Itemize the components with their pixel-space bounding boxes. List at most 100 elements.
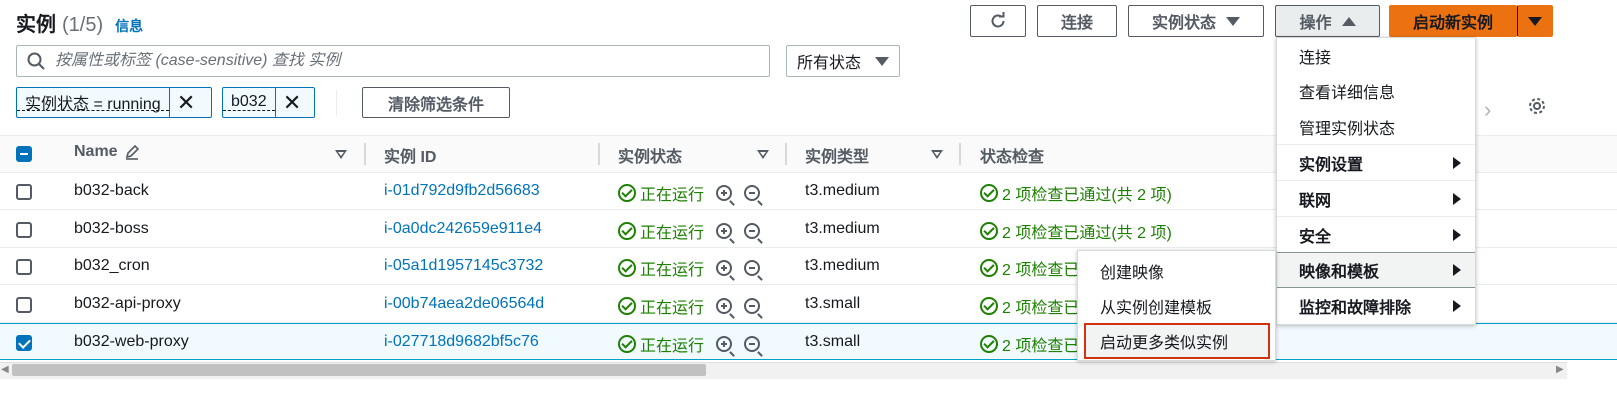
search-icon	[27, 52, 45, 70]
menu-item-label: 安全	[1299, 228, 1332, 246]
instance-state: 正在运行	[618, 181, 763, 206]
check-circle-icon	[980, 259, 998, 277]
menu-item-instance-settings[interactable]: 实例设置	[1277, 144, 1475, 180]
zoom-in-icon[interactable]	[716, 223, 735, 244]
column-resizer[interactable]	[959, 143, 961, 165]
chevron-right-icon	[1453, 300, 1461, 312]
sort-icon[interactable]	[757, 150, 769, 159]
chevron-right-icon	[1453, 228, 1461, 241]
menu-item-connect[interactable]: 连接	[1277, 38, 1475, 74]
info-link[interactable]: 信息	[115, 16, 143, 36]
instance-id-link[interactable]: i-027718d9682bf5c76	[384, 333, 539, 351]
menu-item-networking[interactable]: 联网	[1277, 180, 1475, 216]
row-checkbox[interactable]	[16, 184, 32, 200]
row-checkbox[interactable]	[16, 259, 32, 275]
status-check-text[interactable]: 2 项检查已通过(共 2 项)	[1002, 219, 1172, 243]
row-checkbox[interactable]	[16, 297, 32, 313]
menu-item-label: 查看详细信息	[1299, 85, 1396, 102]
refresh-icon	[991, 12, 1005, 28]
column-resizer[interactable]	[785, 143, 787, 165]
menu-item-monitor-troubleshoot[interactable]: 监控和故障排除	[1277, 288, 1475, 324]
remove-filter-icon[interactable]: ✕	[168, 88, 203, 117]
instance-state: 正在运行	[618, 294, 763, 319]
row-checkbox[interactable]	[16, 335, 32, 351]
actions-menu: 连接 查看详细信息 管理实例状态 实例设置 联网 安全 映像和模板 监控和故障排…	[1276, 37, 1476, 325]
menu-item-view-details[interactable]: 查看详细信息	[1277, 73, 1475, 109]
instance-id-link[interactable]: i-00b74aea2de06564d	[384, 295, 544, 313]
sort-icon[interactable]	[335, 150, 347, 159]
menu-item-label: 映像和模板	[1299, 264, 1380, 281]
menu-item-label: 连接	[1299, 50, 1332, 67]
search-box[interactable]	[16, 45, 770, 77]
clear-filters-button[interactable]: 清除筛选条件	[362, 87, 510, 118]
check-circle-icon	[618, 259, 636, 277]
instance-type: t3.medium	[805, 220, 880, 237]
column-header-state[interactable]: 实例状态	[618, 143, 682, 167]
chevron-right-icon	[1453, 192, 1461, 205]
submenu-item-create-image[interactable]: 创建映像	[1078, 253, 1275, 289]
zoom-in-icon[interactable]	[716, 185, 735, 206]
zoom-out-icon[interactable]	[744, 260, 763, 281]
next-page-icon[interactable]: ›	[1484, 97, 1491, 123]
instance-name: b032-boss	[74, 220, 149, 237]
column-header-id[interactable]: 实例 ID	[384, 143, 436, 167]
status-check: 2 项检查已通过(共 2 项)	[980, 181, 1172, 205]
instance-state: 正在运行	[618, 219, 763, 244]
remove-filter-icon[interactable]: ✕	[274, 88, 309, 117]
check-circle-icon	[980, 297, 998, 315]
status-check: 2 项检查已通过(共 2 项)	[980, 219, 1172, 243]
instance-state: 正在运行	[618, 256, 763, 281]
row-checkbox[interactable]	[16, 222, 32, 238]
submenu-item-label: 启动更多类似实例	[1100, 335, 1229, 352]
zoom-in-icon[interactable]	[716, 298, 735, 319]
check-circle-icon	[618, 335, 636, 353]
zoom-out-icon[interactable]	[744, 298, 763, 319]
actions-button[interactable]: 操作	[1275, 5, 1380, 37]
instance-id-link[interactable]: i-0a0dc242659e911e4	[384, 220, 542, 238]
instance-state-button[interactable]: 实例状态	[1128, 5, 1264, 37]
instance-type: t3.medium	[805, 257, 880, 274]
connect-button[interactable]: 连接	[1037, 5, 1117, 37]
column-header-type[interactable]: 实例类型	[805, 143, 869, 167]
column-header-status-check[interactable]: 状态检查	[980, 143, 1044, 167]
status-check-text[interactable]: 2 项检查已通过(共 2 项)	[1002, 181, 1172, 205]
launch-instance-button[interactable]: 启动新实例	[1389, 5, 1517, 37]
select-all-checkbox[interactable]	[16, 146, 32, 162]
submenu-item-label: 从实例创建模板	[1100, 300, 1213, 317]
column-resizer[interactable]	[364, 143, 366, 165]
scrollbar-thumb[interactable]	[12, 364, 706, 376]
menu-item-label: 管理实例状态	[1299, 121, 1396, 138]
check-circle-icon	[618, 222, 636, 240]
menu-item-images-templates[interactable]: 映像和模板	[1277, 252, 1475, 288]
filter-token-name: b032 ✕	[222, 87, 315, 118]
zoom-out-icon[interactable]	[744, 223, 763, 244]
gear-icon[interactable]	[1527, 96, 1547, 116]
check-circle-icon	[618, 297, 636, 315]
submenu-item-create-template[interactable]: 从实例创建模板	[1078, 288, 1275, 324]
scroll-left-icon[interactable]: ◀	[1, 364, 9, 375]
filter-token-label: 实例状态 = running	[17, 94, 169, 113]
scroll-right-icon[interactable]: ▶	[1556, 364, 1564, 375]
column-resizer[interactable]	[598, 143, 600, 165]
instance-state: 正在运行	[618, 332, 763, 357]
menu-item-manage-state[interactable]: 管理实例状态	[1277, 109, 1475, 145]
zoom-in-icon[interactable]	[716, 336, 735, 357]
zoom-out-icon[interactable]	[744, 185, 763, 206]
submenu-item-launch-more-like-this[interactable]: 启动更多类似实例	[1084, 323, 1270, 359]
instance-state-text: 正在运行	[640, 187, 705, 204]
refresh-button[interactable]	[970, 5, 1026, 37]
search-input[interactable]	[55, 52, 769, 70]
zoom-out-icon[interactable]	[744, 336, 763, 357]
launch-options-button[interactable]	[1517, 5, 1553, 37]
instance-name: b032-api-proxy	[74, 295, 181, 312]
instance-id-link[interactable]: i-01d792d9fb2d56683	[384, 182, 540, 200]
column-header-name[interactable]: Name	[74, 143, 140, 161]
menu-item-security[interactable]: 安全	[1277, 216, 1475, 252]
sort-icon[interactable]	[931, 150, 943, 159]
instance-name: b032-web-proxy	[74, 333, 189, 350]
menu-item-label: 联网	[1299, 192, 1332, 210]
instance-id-link[interactable]: i-05a1d1957145c3732	[384, 257, 543, 275]
table-row[interactable]: b032-web-proxy i-027718d9682bf5c76 正在运行 t3.…	[0, 323, 1617, 360]
zoom-in-icon[interactable]	[716, 260, 735, 281]
status-filter-select[interactable]: 所有状态	[786, 45, 900, 77]
